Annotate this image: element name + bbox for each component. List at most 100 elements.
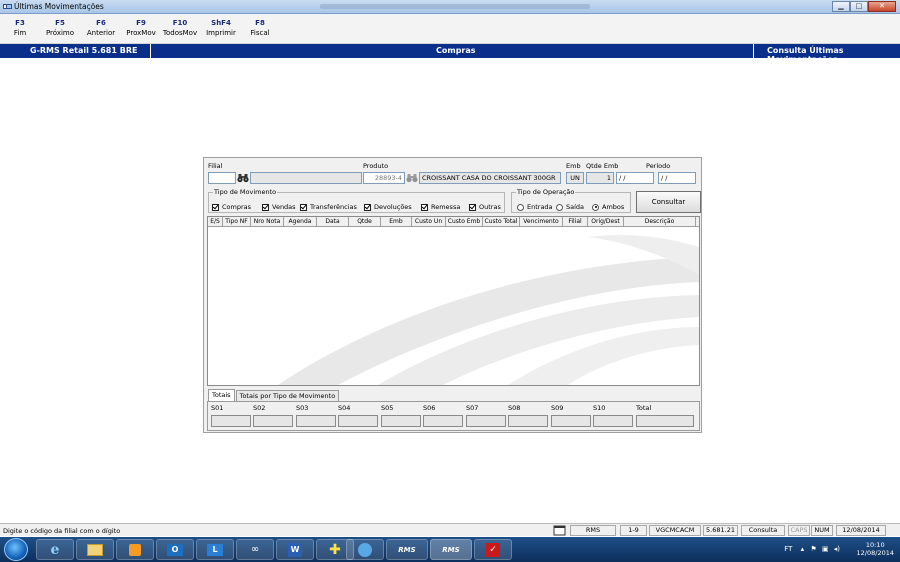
pdf-icon: ✓ — [486, 542, 500, 557]
tipo-operacao-title: Tipo de Operação — [516, 188, 576, 196]
network-icon[interactable]: ▣ — [822, 545, 829, 553]
total-s06: S06 — [423, 404, 463, 427]
status-system: RMS — [570, 525, 616, 536]
fkey-fim[interactable]: F3 Fim — [9, 19, 31, 37]
rms-icon: RMS — [398, 545, 416, 554]
volume-icon[interactable]: ◂) — [834, 545, 840, 553]
col-agenda[interactable]: Agenda — [284, 217, 317, 226]
header-strip: G-RMS Retail 5.681 BRE Compras Consulta … — [0, 44, 900, 64]
col-custo-emb[interactable]: Custo Emb — [446, 217, 483, 226]
start-button[interactable] — [4, 538, 28, 561]
module-label: Compras — [436, 46, 476, 55]
checkbox-vendas[interactable]: Vendas — [262, 203, 296, 211]
filial-input[interactable] — [208, 172, 236, 184]
checkbox-transferencias[interactable]: Transferências — [300, 203, 357, 211]
close-button[interactable]: ✕ — [868, 1, 896, 12]
filial-name-field — [250, 172, 362, 184]
movements-grid[interactable]: E/S Tipo NF Nro Nota Agenda Data Qtde Em… — [207, 216, 700, 386]
flag-icon[interactable]: ⚑ — [810, 545, 816, 553]
fkey-proxmov[interactable]: F9 ProxMov — [123, 19, 159, 37]
totals-tabs: Totais Totais por Tipo de Movimento — [208, 389, 340, 401]
total-total: Total — [636, 404, 694, 427]
col-filial[interactable]: Filial — [563, 217, 588, 226]
consulta-panel: Filial Produto 28893-4 CROISSANT CASA DO… — [203, 157, 702, 433]
tipo-operacao-group: Tipo de Operação Entrada Saída Ambos — [511, 188, 631, 213]
taskbar-rms-2[interactable]: RMS — [430, 539, 472, 560]
periodo-to-input[interactable]: / / — [658, 172, 696, 184]
taskbar-word[interactable]: W — [276, 539, 314, 560]
remote-icon — [358, 542, 372, 557]
system-tray: FT ▴ ⚑ ▣ ◂) — [784, 545, 840, 553]
col-es[interactable]: E/S — [208, 217, 223, 226]
status-date: 12/08/2014 — [836, 525, 886, 536]
total-s07: S07 — [466, 404, 506, 427]
tab-totais-por-tipo[interactable]: Totais por Tipo de Movimento — [235, 390, 340, 401]
taskbar: e O L ∞ W ✚ RMS RMS ✓ FT ▴ ⚑ ▣ ◂) 10:10 … — [0, 537, 900, 562]
clock-time: 10:10 — [865, 541, 885, 549]
function-key-toolbar: F3 Fim F5 Próximo F6 Anterior F9 ProxMov F10… — [0, 14, 900, 44]
taskbar-lync[interactable]: L — [196, 539, 234, 560]
consultar-button[interactable]: Consultar — [636, 191, 701, 213]
fkey-fiscal[interactable]: F8 Fiscal — [246, 19, 274, 37]
radio-saida[interactable]: Saída — [556, 203, 584, 211]
maximize-button[interactable]: □ — [850, 1, 868, 12]
taskbar-remote[interactable] — [346, 539, 384, 560]
periodo-from-input[interactable]: / / — [616, 172, 654, 184]
checkbox-remessa[interactable]: Remessa — [421, 203, 460, 211]
col-qtde[interactable]: Qtde — [349, 217, 381, 226]
calc-icon: ✚ — [329, 541, 341, 558]
lync-icon: L — [207, 543, 223, 556]
col-descricao[interactable]: Descrição — [624, 217, 696, 226]
col-custo-un[interactable]: Custo Un — [412, 217, 446, 226]
fkey-todosmov[interactable]: F10 TodosMov — [160, 19, 200, 37]
taskbar-media[interactable] — [116, 539, 154, 560]
col-vencimento[interactable]: Vencimento — [520, 217, 563, 226]
checkbox-outras[interactable]: Outras — [469, 203, 501, 211]
binoculars-icon[interactable] — [237, 173, 249, 183]
total-s08: S08 — [508, 404, 548, 427]
status-caps: CAPS — [788, 525, 810, 536]
taskbar-rms-1[interactable]: RMS — [386, 539, 428, 560]
taskbar-explorer[interactable] — [76, 539, 114, 560]
title-bar: Últimas Movimentações ▁ □ ✕ — [0, 0, 900, 14]
connect-icon: ∞ — [250, 544, 260, 555]
tab-totais[interactable]: Totais — [208, 389, 235, 401]
taskbar-ie[interactable]: e — [36, 539, 74, 560]
col-custo-total[interactable]: Custo Total — [483, 217, 520, 226]
checkbox-compras[interactable]: Compras — [212, 203, 251, 211]
status-version: 5.681.21 — [703, 525, 738, 536]
folder-icon — [87, 543, 103, 556]
radio-entrada[interactable]: Entrada — [517, 203, 553, 211]
status-num: NUM — [811, 525, 833, 536]
language-indicator[interactable]: FT — [784, 545, 792, 553]
strip-divider — [753, 44, 754, 58]
status-program: VGCMCACM — [649, 525, 701, 536]
taskbar-pdf[interactable]: ✓ — [474, 539, 512, 560]
status-mode: Consulta — [741, 525, 785, 536]
qtde-emb-label: Qtde Emb — [586, 162, 619, 170]
total-s03: S03 — [296, 404, 336, 427]
binoculars-icon[interactable] — [406, 173, 418, 183]
col-nro-nota[interactable]: Nro Nota — [251, 217, 284, 226]
col-orig-dest[interactable]: Orig/Dest — [588, 217, 624, 226]
chevron-up-icon[interactable]: ▴ — [801, 545, 805, 553]
total-s01: S01 — [211, 404, 251, 427]
produto-label: Produto — [363, 162, 389, 170]
col-data[interactable]: Data — [317, 217, 349, 226]
taskbar-outlook[interactable]: O — [156, 539, 194, 560]
minimize-button[interactable]: ▁ — [832, 1, 850, 12]
taskbar-connect[interactable]: ∞ — [236, 539, 274, 560]
col-emb[interactable]: Emb — [381, 217, 412, 226]
fkey-anterior[interactable]: F6 Anterior — [84, 19, 118, 37]
total-s09: S09 — [551, 404, 591, 427]
checkbox-devolucoes[interactable]: Devoluções — [364, 203, 412, 211]
col-tipo-nf[interactable]: Tipo NF — [223, 217, 251, 226]
outlook-icon: O — [167, 543, 183, 556]
fkey-proximo[interactable]: F5 Próximo — [42, 19, 78, 37]
produto-description: CROISSANT CASA DO CROISSANT 300GR — [419, 172, 561, 184]
filial-label: Filial — [208, 162, 223, 170]
clock[interactable]: 10:10 12/08/2014 — [857, 541, 894, 557]
produto-code-input[interactable]: 28893-4 — [363, 172, 405, 184]
fkey-imprimir[interactable]: ShF4 Imprimir — [203, 19, 239, 37]
radio-ambos[interactable]: Ambos — [592, 203, 624, 211]
